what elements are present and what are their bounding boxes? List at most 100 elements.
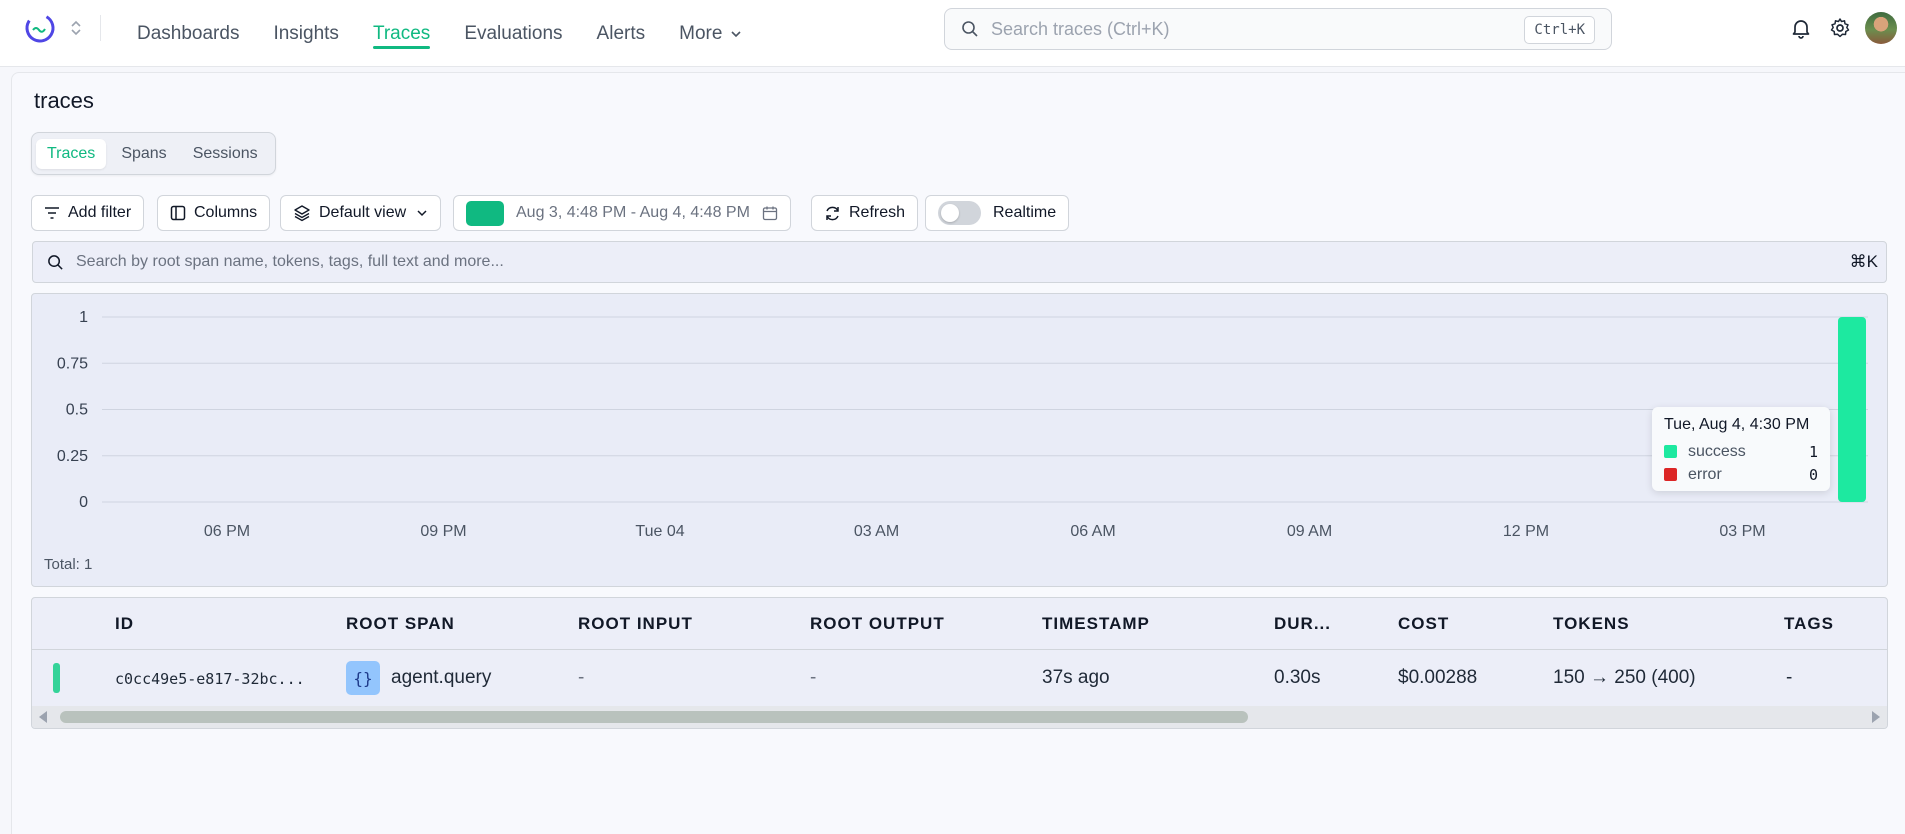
- x-tick-label: 03 PM: [1719, 523, 1765, 540]
- success-swatch: [1664, 445, 1677, 458]
- nav-insights-label: Insights: [273, 22, 339, 44]
- tags-value: -: [1786, 667, 1793, 688]
- nav-divider: [100, 15, 101, 41]
- x-tick-label: 12 PM: [1503, 523, 1549, 540]
- col-id[interactable]: ID: [115, 614, 134, 634]
- scroll-right-arrow-icon[interactable]: [1872, 711, 1880, 723]
- timestamp-value: 37s ago: [1042, 667, 1110, 688]
- tooltip-success-value: 1: [1808, 442, 1818, 461]
- nav-alerts[interactable]: Alerts: [580, 0, 663, 67]
- col-root-output[interactable]: ROOT OUTPUT: [810, 614, 945, 634]
- date-range-swatch: [466, 200, 504, 226]
- status-indicator: [53, 663, 60, 693]
- scroll-left-arrow-icon[interactable]: [39, 711, 47, 723]
- realtime-switch[interactable]: [938, 201, 981, 225]
- col-cost[interactable]: COST: [1398, 614, 1449, 634]
- tooltip-success-label: success: [1688, 442, 1746, 460]
- span-json-icon: {}: [346, 661, 380, 695]
- nav-dashboards[interactable]: Dashboards: [120, 0, 256, 67]
- filter-lines-icon: [45, 207, 59, 219]
- app-logo-icon[interactable]: [24, 12, 56, 44]
- traces-table: ID ROOT SPAN ROOT INPUT ROOT OUTPUT TIME…: [31, 597, 1888, 729]
- nav-evaluations[interactable]: Evaluations: [447, 0, 579, 67]
- y-tick-label: 0.25: [57, 448, 88, 465]
- project-switcher-icon[interactable]: [68, 18, 84, 38]
- duration-value: 0.30s: [1274, 667, 1321, 688]
- x-tick-label: 06 AM: [1070, 523, 1115, 540]
- columns-button[interactable]: Columns: [157, 195, 271, 231]
- refresh-icon: [826, 206, 839, 220]
- tooltip-error-label: error: [1688, 465, 1722, 483]
- realtime-toggle[interactable]: Realtime: [925, 195, 1070, 231]
- tooltip-title: Tue, Aug 4, 4:30 PM: [1664, 416, 1810, 433]
- nav-more-label: More: [679, 22, 723, 44]
- chart-canvas: 1 0.75 0.5 0.25 0 06 PM 09 PM Tue 04 03 AM 06 AM 0…: [57, 309, 1868, 540]
- view-tabs: Traces Spans Sessions: [31, 132, 276, 175]
- chevron-down-icon: [417, 210, 427, 217]
- default-view-label: Default view: [319, 204, 407, 221]
- tooltip-row-error: error 0: [1664, 463, 1818, 486]
- col-tokens[interactable]: TOKENS: [1553, 614, 1630, 634]
- default-view-dropdown[interactable]: Default view: [280, 195, 442, 231]
- col-duration[interactable]: DUR...: [1274, 614, 1331, 634]
- global-search-box[interactable]: Ctrl+K: [944, 8, 1612, 50]
- nav-more[interactable]: More: [662, 0, 759, 67]
- search-shortcut-badge: Ctrl+K: [1524, 16, 1595, 44]
- layers-icon: [294, 205, 310, 222]
- tab-traces[interactable]: Traces: [36, 138, 107, 169]
- y-tick-label: 0.5: [66, 402, 88, 419]
- trace-search-box[interactable]: ⌘K: [32, 241, 1887, 283]
- calendar-icon: [762, 206, 778, 221]
- user-avatar[interactable]: [1865, 12, 1897, 44]
- bar-success: [1838, 317, 1866, 502]
- refresh-button[interactable]: Refresh: [811, 195, 919, 231]
- chart-total: Total: 1: [44, 556, 93, 573]
- x-tick-label: Tue 04: [635, 523, 684, 540]
- x-tick-label: 06 PM: [204, 523, 250, 540]
- tab-sessions[interactable]: Sessions: [182, 139, 269, 169]
- global-search-input[interactable]: [991, 18, 1491, 40]
- nav-traces[interactable]: Traces: [356, 0, 447, 67]
- page-title: traces: [34, 88, 94, 113]
- bell-icon[interactable]: [1790, 17, 1812, 39]
- horizontal-scrollbar[interactable]: [32, 706, 1887, 728]
- main-nav: Dashboards Insights Traces Evaluations A…: [120, 0, 759, 67]
- add-filter-label: Add filter: [68, 204, 132, 221]
- trace-id[interactable]: c0cc49e5-e817-32bc...: [115, 670, 305, 688]
- columns-icon: [170, 205, 186, 221]
- refresh-label: Refresh: [849, 204, 906, 221]
- col-tags[interactable]: TAGS: [1784, 614, 1834, 634]
- date-range-picker[interactable]: Aug 3, 4:48 PM - Aug 4, 4:48 PM: [453, 195, 791, 231]
- col-root-span[interactable]: ROOT SPAN: [346, 614, 455, 634]
- trace-search-input[interactable]: [76, 253, 1776, 271]
- chart-tooltip: Tue, Aug 4, 4:30 PM success 1 error 0: [1652, 407, 1830, 491]
- nav-traces-label: Traces: [372, 22, 431, 44]
- x-tick-label: 09 AM: [1287, 523, 1332, 540]
- tab-spans[interactable]: Spans: [110, 139, 177, 169]
- x-tick-label: 03 AM: [854, 523, 899, 540]
- table-header: ID ROOT SPAN ROOT INPUT ROOT OUTPUT TIME…: [32, 598, 1887, 650]
- nav-insights[interactable]: Insights: [256, 0, 355, 67]
- y-tick-label: 1: [79, 309, 88, 326]
- nav-evaluations-label: Evaluations: [464, 22, 563, 44]
- col-timestamp[interactable]: TIMESTAMP: [1042, 614, 1150, 634]
- cost-value: $0.00288: [1398, 667, 1478, 688]
- y-tick-label: 0: [79, 494, 88, 511]
- search-icon: [962, 21, 978, 37]
- nav-alerts-label: Alerts: [596, 22, 646, 44]
- error-swatch: [1664, 468, 1677, 481]
- tooltip-row-success: success 1: [1664, 440, 1818, 463]
- root-output-value: -: [810, 667, 817, 688]
- add-filter-button[interactable]: Add filter: [31, 195, 145, 231]
- tokens-value: 150 → 250 (400): [1553, 667, 1696, 688]
- chevron-down-icon: [731, 30, 741, 37]
- tooltip-error-value: 0: [1808, 465, 1818, 484]
- search-icon: [48, 254, 63, 270]
- col-root-input[interactable]: ROOT INPUT: [578, 614, 693, 634]
- nav-dashboards-label: Dashboards: [137, 22, 240, 44]
- trace-search-shortcut: ⌘K: [1849, 252, 1878, 271]
- gear-icon[interactable]: [1829, 17, 1851, 39]
- root-span-name: agent.query: [391, 667, 492, 688]
- scrollbar-thumb[interactable]: [60, 711, 1248, 723]
- table-row[interactable]: c0cc49e5-e817-32bc... {} agent.query - -…: [32, 650, 1887, 706]
